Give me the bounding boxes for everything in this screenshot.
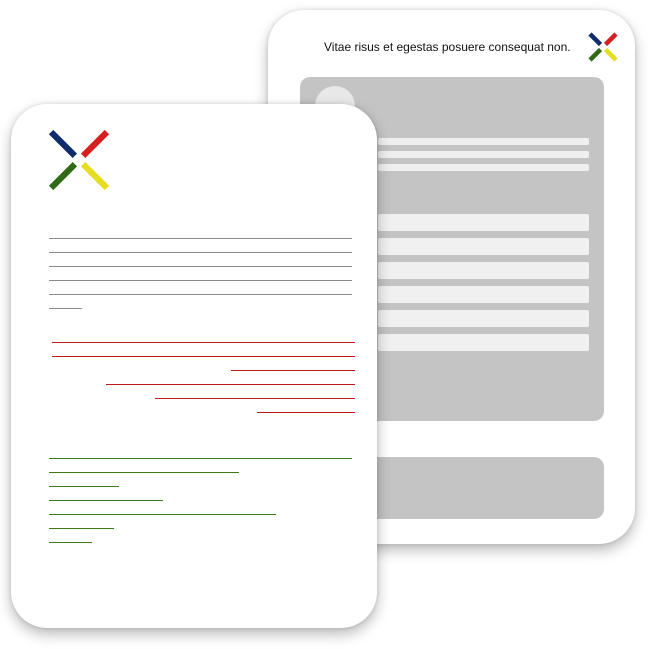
text-line [231, 370, 355, 371]
text-line [49, 252, 352, 253]
four-color-x-logo-icon [588, 32, 618, 62]
text-line [49, 238, 352, 239]
field-placeholder [378, 238, 589, 255]
text-placeholder-bar [378, 138, 589, 145]
text-line [52, 342, 355, 343]
back-card-caption: Vitae risus et egestas posuere consequat… [324, 40, 571, 54]
text-line [49, 280, 352, 281]
text-line [49, 266, 352, 267]
text-line [49, 500, 163, 501]
field-placeholder [378, 214, 589, 231]
field-placeholder [378, 334, 589, 351]
text-line [49, 528, 114, 529]
text-placeholder-bar [378, 164, 589, 171]
field-placeholder [378, 286, 589, 303]
text-line [49, 542, 92, 543]
field-placeholder [378, 310, 589, 327]
text-line [52, 356, 355, 357]
text-line [49, 486, 119, 487]
front-document-card [11, 104, 377, 628]
text-placeholder-bar [378, 151, 589, 158]
text-line [49, 308, 82, 309]
text-line [155, 398, 355, 399]
text-line [49, 472, 239, 473]
text-line [49, 514, 276, 515]
field-placeholder [378, 262, 589, 279]
text-line [49, 458, 352, 459]
four-color-x-logo-icon [48, 129, 110, 191]
text-line [257, 412, 355, 413]
text-line [49, 294, 352, 295]
text-line [106, 384, 355, 385]
